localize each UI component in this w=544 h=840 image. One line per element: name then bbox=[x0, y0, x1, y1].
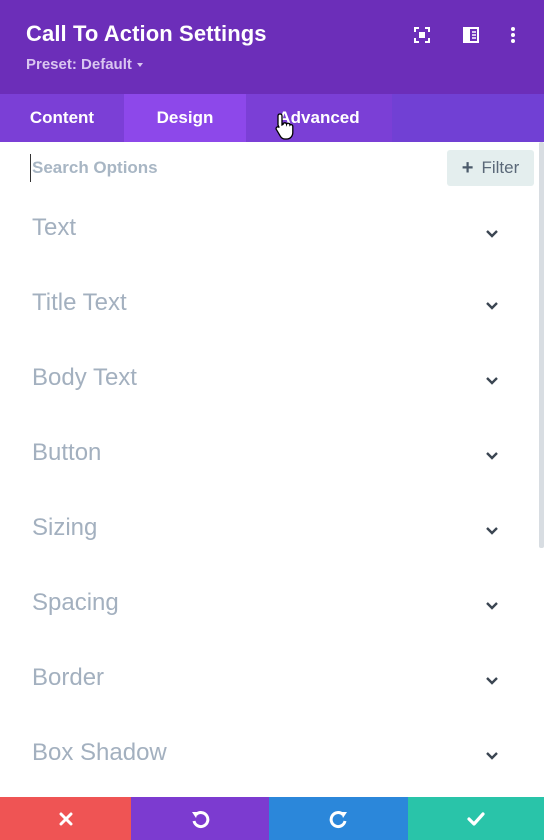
toggle-border[interactable]: Border bbox=[0, 644, 538, 719]
chevron-down-icon bbox=[486, 302, 498, 310]
tab-bar-filler bbox=[392, 94, 544, 142]
toggle-label: Button bbox=[32, 439, 102, 466]
undo-button[interactable] bbox=[131, 797, 269, 840]
close-icon bbox=[59, 812, 72, 825]
save-button[interactable] bbox=[408, 797, 544, 840]
modal-footer bbox=[0, 797, 544, 840]
redo-icon bbox=[329, 810, 347, 828]
scrollbar[interactable] bbox=[539, 142, 544, 548]
toggle-label: Text bbox=[32, 214, 77, 241]
toggle-label: Spacing bbox=[32, 589, 119, 616]
hand-cursor-icon bbox=[275, 113, 294, 140]
check-icon bbox=[467, 811, 485, 826]
discard-button[interactable] bbox=[0, 797, 131, 840]
tab-bar: Content Design Advanced bbox=[0, 94, 544, 142]
search-input[interactable] bbox=[30, 154, 410, 182]
toggle-label: Box Shadow bbox=[32, 739, 167, 766]
chevron-down-icon bbox=[486, 527, 498, 535]
preset-label: Preset: Default bbox=[26, 56, 132, 73]
toggle-title-text[interactable]: Title Text bbox=[0, 269, 538, 344]
toggle-box-shadow[interactable]: Box Shadow bbox=[0, 719, 538, 794]
modal-title: Call To Action Settings bbox=[26, 21, 267, 46]
toggle-body-text[interactable]: Body Text bbox=[0, 344, 538, 419]
toggle-label: Border bbox=[32, 664, 105, 691]
filter-button[interactable]: + Filter bbox=[447, 150, 534, 186]
toggle-label: Body Text bbox=[32, 364, 137, 391]
filter-label: Filter bbox=[481, 158, 520, 177]
caret-down-icon bbox=[136, 63, 143, 68]
split-view-icon[interactable] bbox=[460, 24, 482, 46]
tab-content[interactable]: Content bbox=[0, 94, 124, 142]
toggle-spacing[interactable]: Spacing bbox=[0, 569, 538, 644]
chevron-down-icon bbox=[486, 752, 498, 760]
chevron-down-icon bbox=[486, 452, 498, 460]
toggle-sizing[interactable]: Sizing bbox=[0, 494, 538, 569]
expand-icon[interactable] bbox=[411, 24, 433, 46]
toggle-label: Title Text bbox=[32, 289, 127, 316]
preset-selector[interactable]: Preset: Default bbox=[26, 56, 143, 73]
more-vertical-icon[interactable] bbox=[502, 24, 524, 46]
redo-button[interactable] bbox=[269, 797, 408, 840]
chevron-down-icon bbox=[486, 230, 498, 238]
modal-header: Call To Action Settings Preset: Default bbox=[0, 0, 544, 94]
chevron-down-icon bbox=[486, 602, 498, 610]
tab-design[interactable]: Design bbox=[124, 94, 246, 142]
toggle-button[interactable]: Button bbox=[0, 419, 538, 494]
tab-advanced[interactable]: Advanced bbox=[246, 94, 392, 142]
toggle-text[interactable]: Text bbox=[0, 194, 538, 269]
chevron-down-icon bbox=[486, 377, 498, 385]
plus-icon: + bbox=[461, 156, 474, 179]
chevron-down-icon bbox=[486, 677, 498, 685]
undo-icon bbox=[192, 810, 210, 828]
toggle-label: Sizing bbox=[32, 514, 98, 541]
